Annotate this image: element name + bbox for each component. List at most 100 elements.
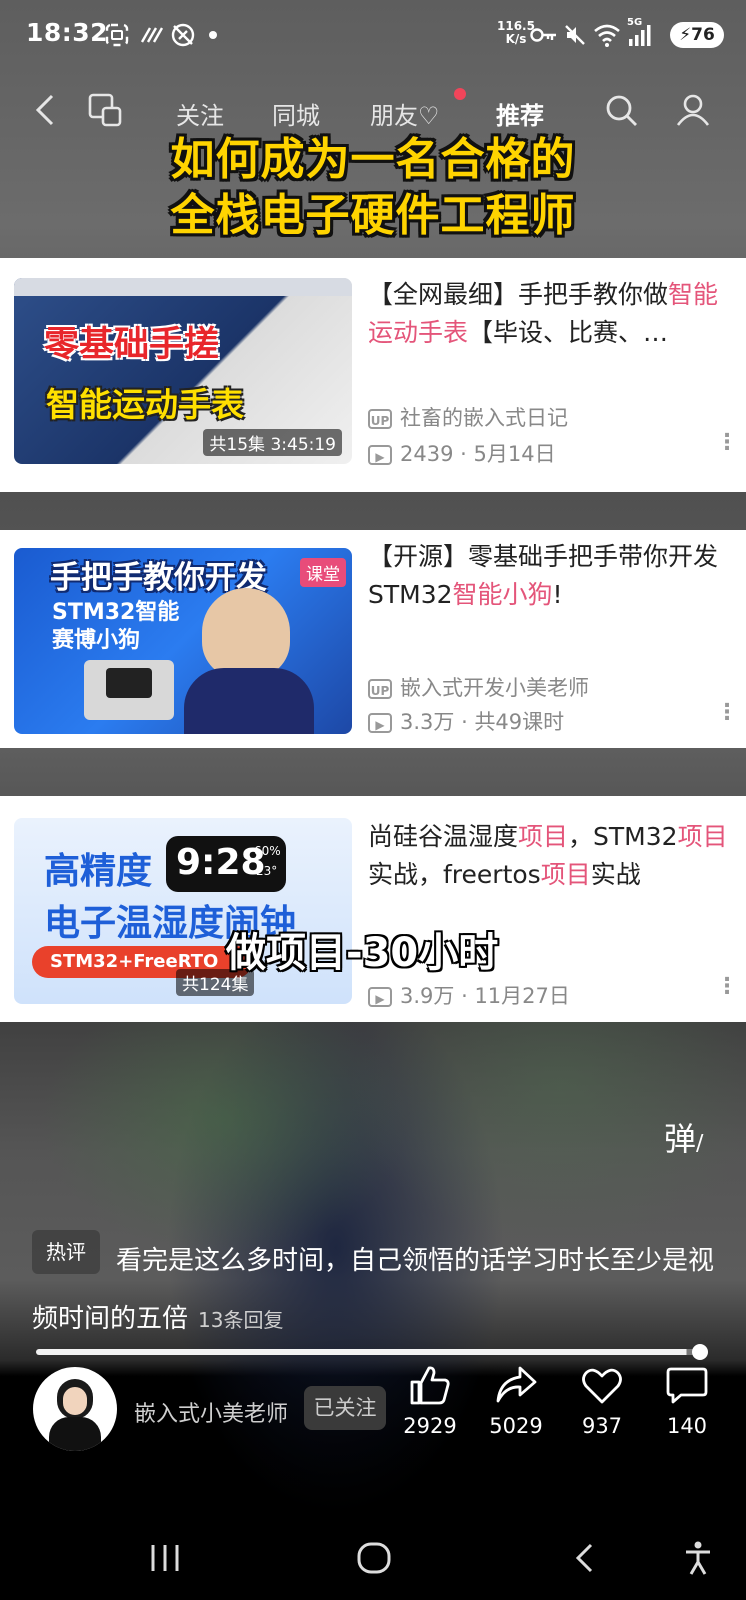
tab-following[interactable]: 关注	[176, 96, 224, 131]
video-subtitle: 做项目-30小时	[226, 930, 499, 976]
title-text: 实战，freertos	[368, 860, 541, 889]
back-icon[interactable]	[34, 94, 56, 126]
battery-indicator: ⚡76	[670, 22, 724, 48]
friends-notification-dot	[454, 88, 466, 100]
mute-icon	[565, 25, 585, 45]
profile-icon[interactable]	[676, 93, 710, 127]
course-title-2[interactable]: 【开源】零基础手把手带你开发STM32智能小狗!	[368, 538, 728, 614]
course-author-row-1[interactable]: UP 社畜的嵌入式日记	[368, 402, 568, 432]
favorite-icon	[582, 1368, 622, 1404]
up-badge-icon: UP	[368, 409, 392, 429]
more-icon[interactable]: ⋮	[716, 430, 738, 455]
status-time: 18:32	[26, 18, 109, 47]
publish-date: 11月27日	[474, 984, 570, 1008]
clock-temp: 23°	[256, 864, 278, 878]
clock-image: 9:28 60% 23°	[166, 836, 286, 892]
more-icon[interactable]: ⋮	[716, 974, 738, 999]
course-stats-row-2: ▶ 3.3万 · 共49课时	[368, 706, 564, 736]
progress-scrubber[interactable]	[692, 1344, 708, 1360]
comment-count: 140	[666, 1414, 708, 1438]
pip-icon[interactable]	[88, 93, 122, 127]
course-stats-row-3: ▶ 3.9万 · 11月27日	[368, 980, 570, 1010]
signal-icon	[629, 25, 651, 46]
title-highlight: 项目	[677, 822, 728, 851]
reply-count-link[interactable]: 13条回复	[198, 1308, 283, 1332]
tab-friends[interactable]: 朋友♡	[370, 96, 440, 131]
title-text: 尚硅谷温湿度	[368, 822, 519, 851]
robot-dog-image	[84, 660, 174, 720]
thumb-headline: 零基础手搓	[44, 325, 220, 365]
thumb-subheadline: 智能运动手表	[46, 385, 244, 424]
comment-button[interactable]: 140	[652, 1364, 722, 1438]
tab-recommended[interactable]: 推荐	[496, 96, 544, 131]
search-icon[interactable]	[605, 94, 639, 128]
course-thumbnail-1[interactable]: 零基础手搓 智能运动手表 共15集 3:45:19	[14, 278, 352, 464]
clock-time: 9:28	[176, 842, 266, 883]
playback-progress-bar[interactable]	[36, 1349, 700, 1355]
view-count: 2439	[400, 442, 454, 466]
key-icon	[530, 28, 556, 42]
play-count-icon: ▶	[368, 713, 392, 733]
course-card-3[interactable]: 高精度 9:28 60% 23° 电子温湿度闹钟 STM32+FreeRTO 共…	[0, 796, 746, 1022]
presenter-body	[184, 668, 314, 734]
video-title-banner: 如何成为一名合格的 全栈电子硬件工程师	[0, 132, 746, 244]
title-text: 【全网最细】手把手教你做	[368, 280, 669, 309]
title-highlight: 智能小狗	[452, 580, 553, 609]
episode-duration-badge: 共15集 3:45:19	[203, 429, 342, 456]
author-name: 社畜的嵌入式日记	[400, 406, 568, 430]
comment-icon	[666, 1367, 708, 1404]
play-count-icon: ▶	[368, 987, 392, 1007]
danmu-slash-icon: ∕	[696, 1131, 704, 1156]
course-author-row-2[interactable]: UP 嵌入式开发小美老师	[368, 672, 589, 702]
clock-humidity: 60%	[254, 844, 281, 858]
presenter-face	[202, 588, 290, 678]
follow-button[interactable]: 已关注	[304, 1386, 386, 1430]
status-bar: 18:32 116.5 K/s 5G ⚡76	[0, 0, 746, 70]
banner-line-1: 如何成为一名合格的	[170, 134, 576, 185]
like-icon	[410, 1366, 450, 1405]
share-button[interactable]: 5029	[481, 1364, 551, 1438]
banner-line-2: 全栈电子硬件工程师	[170, 190, 576, 241]
avatar-face	[63, 1387, 87, 1415]
author-name: 嵌入式开发小美老师	[400, 676, 589, 700]
battery-level: 76	[691, 25, 715, 45]
accessibility-icon[interactable]	[683, 1540, 713, 1576]
danmu-toggle[interactable]: 弹∕	[664, 1114, 703, 1160]
recent-apps-icon[interactable]	[148, 1542, 182, 1574]
tab-local[interactable]: 同城	[272, 96, 320, 131]
play-count-icon: ▶	[368, 445, 392, 465]
like-button[interactable]: 2929	[395, 1364, 465, 1438]
notification-dot	[209, 31, 217, 39]
course-card-2[interactable]: 手把手教你开发 课堂 STM32智能 赛博小狗 【开源】零基础手把手带你开发ST…	[0, 530, 746, 748]
author-name[interactable]: 嵌入式小美老师	[134, 1396, 288, 1428]
share-count: 5029	[489, 1414, 543, 1438]
title-highlight: 项目	[540, 860, 591, 889]
danmu-label: 弹	[664, 1120, 697, 1158]
lesson-count: 共49课时	[474, 710, 565, 734]
course-stats-row-1: ▶ 2439 · 5月14日	[368, 438, 556, 468]
favorite-count: 937	[581, 1414, 623, 1438]
title-text: 实战	[590, 860, 641, 889]
nav-back-icon[interactable]	[572, 1542, 596, 1574]
author-avatar[interactable]	[33, 1367, 117, 1451]
course-title-3[interactable]: 尚硅谷温湿度项目，STM32项目实战，freertos项目实战	[368, 818, 728, 894]
home-icon[interactable]	[356, 1540, 392, 1576]
hot-comment[interactable]: 看完是这么多时间，自己领悟的话学习时长至少是视频时间的五倍 13条回复	[32, 1232, 722, 1349]
course-thumbnail-2[interactable]: 手把手教你开发 课堂 STM32智能 赛博小狗	[14, 548, 352, 734]
like-count: 2929	[403, 1414, 457, 1438]
title-text: ，STM32	[568, 822, 678, 851]
course-title-1[interactable]: 【全网最细】手把手教你做智能运动手表【毕设、比赛、…	[368, 276, 728, 352]
publish-date: 5月14日	[473, 442, 556, 466]
no-location-icon	[171, 23, 195, 47]
avatar-body	[49, 1417, 101, 1451]
more-icon[interactable]: ⋮	[716, 700, 738, 725]
data-activity-icon	[140, 27, 164, 43]
title-text: 【毕设、比赛、…	[468, 318, 669, 347]
view-count: 3.9万	[400, 984, 455, 1008]
course-card-1[interactable]: 零基础手搓 智能运动手表 共15集 3:45:19 【全网最细】手把手教你做智能…	[0, 258, 746, 492]
share-icon	[496, 1366, 537, 1403]
wifi-icon	[594, 24, 620, 47]
up-badge-icon: UP	[368, 679, 392, 699]
favorite-button[interactable]: 937	[567, 1364, 637, 1438]
classroom-tag: 课堂	[300, 558, 346, 587]
